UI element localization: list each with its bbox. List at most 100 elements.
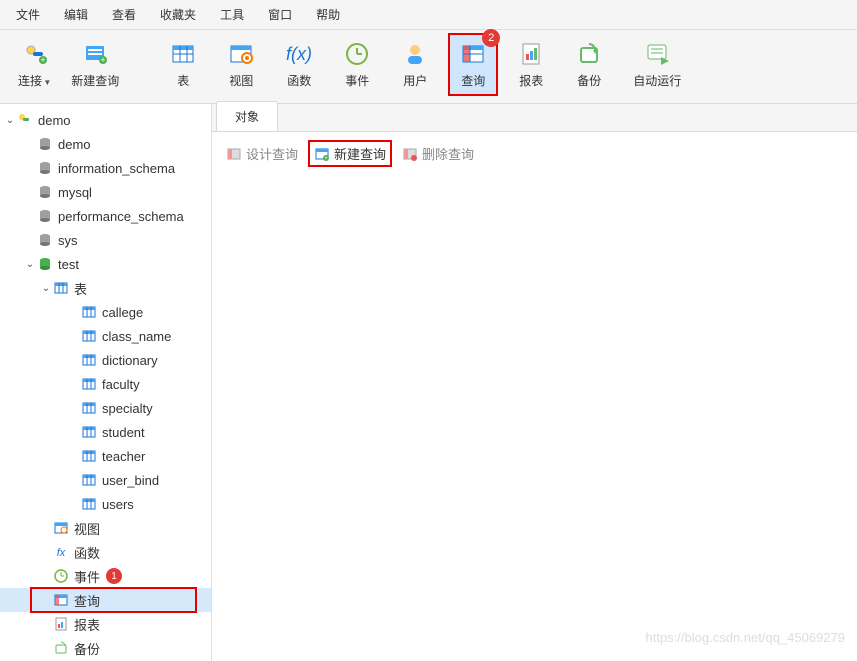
tab-objects[interactable]: 对象 bbox=[216, 101, 278, 131]
table-icon bbox=[80, 495, 98, 513]
table-dictionary[interactable]: dictionary bbox=[0, 348, 211, 372]
badge: 1 bbox=[106, 568, 122, 584]
menu-favorites[interactable]: 收藏夹 bbox=[160, 6, 196, 23]
tabs: 对象 bbox=[212, 104, 857, 132]
toolbar-connect[interactable]: + 连接 ▼ bbox=[8, 34, 61, 95]
db-sys[interactable]: sys bbox=[0, 228, 211, 252]
autorun-icon bbox=[643, 40, 671, 68]
event-icon bbox=[343, 40, 371, 68]
folder-fx[interactable]: fx函数 bbox=[0, 540, 211, 564]
folder-tables[interactable]: ⌄表 bbox=[0, 276, 211, 300]
table-icon bbox=[80, 327, 98, 345]
table-icon bbox=[80, 399, 98, 417]
query-icon bbox=[459, 40, 487, 68]
tree-label: mysql bbox=[58, 185, 92, 200]
tree-label: class_name bbox=[102, 329, 171, 344]
table-icon bbox=[80, 375, 98, 393]
toolbar-table[interactable]: 表 bbox=[159, 34, 207, 95]
table-icon bbox=[80, 303, 98, 321]
menu-view[interactable]: 查看 bbox=[112, 6, 136, 23]
toolbar-autorun[interactable]: 自动运行 bbox=[623, 34, 691, 95]
toolbar-label: 自动运行 bbox=[633, 72, 681, 89]
expand-arrow[interactable]: ⌄ bbox=[40, 283, 52, 294]
tree-label: faculty bbox=[102, 377, 140, 392]
toolbar-report[interactable]: 报表 bbox=[507, 34, 555, 95]
table-callege[interactable]: callege bbox=[0, 300, 211, 324]
toolbar-newquery[interactable]: +新建查询 bbox=[61, 34, 129, 95]
table-class_name[interactable]: class_name bbox=[0, 324, 211, 348]
content: 对象 设计查询+新建查询删除查询 bbox=[212, 104, 857, 661]
folder-query[interactable]: 查询 bbox=[0, 588, 211, 612]
svg-text:f(x): f(x) bbox=[286, 44, 312, 64]
table-specialty[interactable]: specialty bbox=[0, 396, 211, 420]
table-faculty[interactable]: faculty bbox=[0, 372, 211, 396]
function-icon: f(x) bbox=[285, 40, 313, 68]
toolbar-label: 连接 ▼ bbox=[18, 72, 51, 89]
db-test[interactable]: ⌄ test bbox=[0, 252, 211, 276]
db-information_schema[interactable]: information_schema bbox=[0, 156, 211, 180]
table-teacher[interactable]: teacher bbox=[0, 444, 211, 468]
folder-event[interactable]: 事件1 bbox=[0, 564, 211, 588]
toolbar-user[interactable]: 用户 bbox=[391, 34, 439, 95]
folder-view[interactable]: 视图 bbox=[0, 516, 211, 540]
svg-text:+: + bbox=[101, 55, 106, 65]
action-label: 新建查询 bbox=[334, 144, 386, 163]
tree-label: performance_schema bbox=[58, 209, 184, 224]
menu-edit[interactable]: 编辑 bbox=[64, 6, 88, 23]
connect-icon: + bbox=[21, 40, 49, 68]
toolbar: +连接 ▼+新建查询表视图f(x)函数事件用户查询2报表备份自动运行 bbox=[0, 30, 857, 104]
fx-icon: fx bbox=[52, 543, 70, 561]
badge: 2 bbox=[482, 29, 500, 47]
action-bar: 设计查询+新建查询删除查询 bbox=[212, 132, 857, 175]
menubar: 文件 编辑 查看 收藏夹 工具 窗口 帮助 bbox=[0, 0, 857, 30]
new-icon: + bbox=[314, 146, 330, 162]
tree-label: users bbox=[102, 497, 134, 512]
toolbar-view[interactable]: 视图 bbox=[217, 34, 265, 95]
tree-label: test bbox=[58, 257, 79, 272]
backup-icon bbox=[52, 639, 70, 657]
tree-label: teacher bbox=[102, 449, 145, 464]
user-icon bbox=[401, 40, 429, 68]
folder-backup[interactable]: 备份 bbox=[0, 636, 211, 660]
expand-arrow[interactable]: ⌄ bbox=[24, 259, 36, 270]
db-demo[interactable]: demo bbox=[0, 132, 211, 156]
watermark: https://blog.csdn.net/qq_45069279 bbox=[646, 630, 846, 645]
connection-demo[interactable]: ⌄demo bbox=[0, 108, 211, 132]
svg-text:+: + bbox=[324, 156, 328, 162]
db-icon bbox=[36, 207, 54, 225]
toolbar-query[interactable]: 查询2 bbox=[449, 34, 497, 95]
table-student[interactable]: student bbox=[0, 420, 211, 444]
event-icon bbox=[52, 567, 70, 585]
folder-report[interactable]: 报表 bbox=[0, 612, 211, 636]
report-icon bbox=[517, 40, 545, 68]
tree-label: specialty bbox=[102, 401, 153, 416]
menu-tools[interactable]: 工具 bbox=[220, 6, 244, 23]
tree-label: user_bind bbox=[102, 473, 159, 488]
table-icon bbox=[80, 447, 98, 465]
toolbar-event[interactable]: 事件 bbox=[333, 34, 381, 95]
backup-icon bbox=[575, 40, 603, 68]
db-mysql[interactable]: mysql bbox=[0, 180, 211, 204]
menu-help[interactable]: 帮助 bbox=[316, 6, 340, 23]
connection-icon bbox=[16, 111, 34, 129]
expand-arrow[interactable]: ⌄ bbox=[4, 115, 16, 126]
toolbar-label: 报表 bbox=[519, 72, 543, 89]
action-new[interactable]: + 新建查询 bbox=[308, 140, 392, 167]
tree-label: callege bbox=[102, 305, 143, 320]
menu-window[interactable]: 窗口 bbox=[268, 6, 292, 23]
table-icon bbox=[80, 423, 98, 441]
toolbar-label: 视图 bbox=[229, 72, 253, 89]
table-users[interactable]: users bbox=[0, 492, 211, 516]
tree-label: sys bbox=[58, 233, 78, 248]
toolbar-label: 用户 bbox=[403, 72, 427, 89]
toolbar-label: 查询 bbox=[461, 72, 485, 89]
menu-file[interactable]: 文件 bbox=[16, 6, 40, 23]
toolbar-function[interactable]: f(x)函数 bbox=[275, 34, 323, 95]
action-delete: 删除查询 bbox=[396, 140, 480, 167]
tree-label: 函数 bbox=[74, 543, 100, 562]
svg-text:+: + bbox=[40, 55, 45, 65]
toolbar-backup[interactable]: 备份 bbox=[565, 34, 613, 95]
tree-label: information_schema bbox=[58, 161, 175, 176]
table-user_bind[interactable]: user_bind bbox=[0, 468, 211, 492]
db-performance_schema[interactable]: performance_schema bbox=[0, 204, 211, 228]
